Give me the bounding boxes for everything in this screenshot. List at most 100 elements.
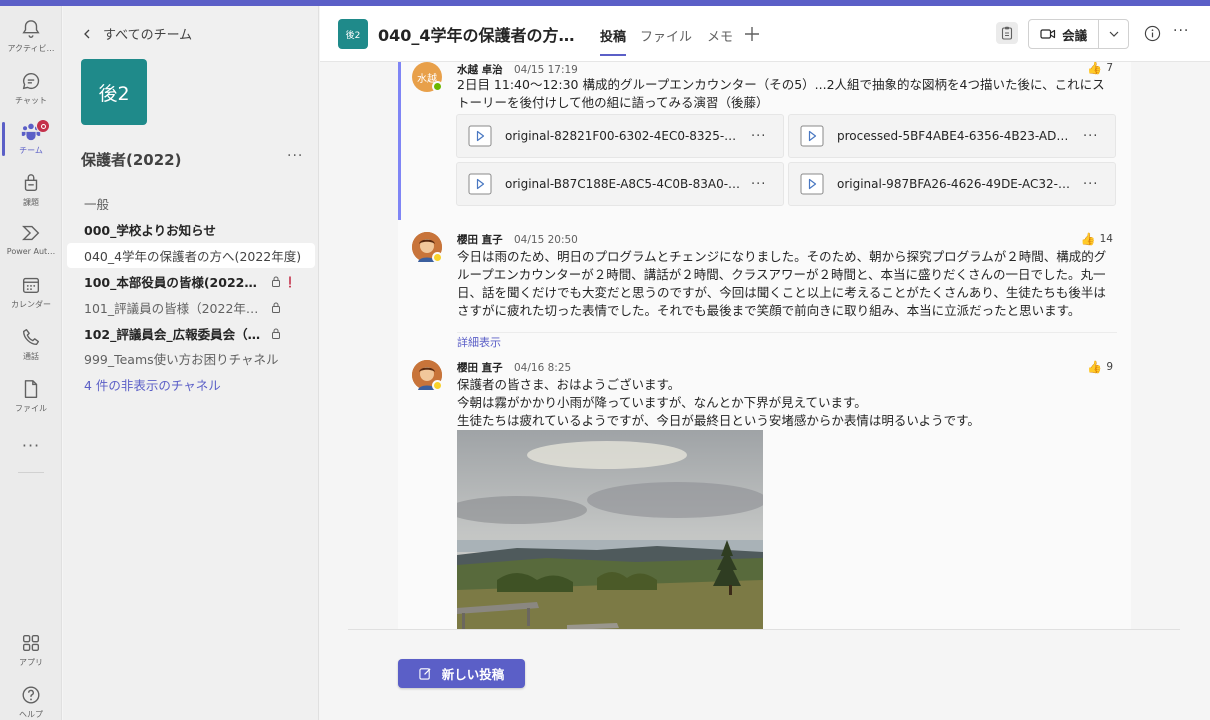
new-post-label: 新しい投稿 [441,667,505,682]
attachment-more-button[interactable]: ··· [1083,129,1098,144]
team-channel-pane: すべてのチーム 後2 保護者(2022) ··· 一般 000_学校よりお知らせ… [63,6,319,720]
post-timestamp: 04/15 20:50 [514,234,578,246]
like-reaction[interactable]: 👍 7 [1087,62,1113,75]
hidden-channels-link[interactable]: 4 件の非表示のチャネル [67,372,315,397]
tab-notes[interactable]: メモ [707,26,733,56]
channel-label: 999_Teams使い方お困りチャネル [84,352,279,367]
like-reaction[interactable]: 👍 14 [1081,232,1113,246]
post-line: 保護者の皆さま、おはようございます。 [457,377,681,392]
post-body: 2日目 11:40〜12:30 構成的グループエンカウンター（その5）...2人… [457,77,1105,110]
attachment-video[interactable]: original-B87C188E-A8C5-4C0B-83A0-5… ··· [456,162,784,206]
video-file-icon [800,173,824,195]
attachment-more-button[interactable]: ··· [1083,177,1098,192]
rail-item-calls[interactable]: 通話 [0,320,62,370]
channel-101-councilors[interactable]: 101_評議員の皆様（2022年度） [67,295,315,320]
team-name: 保護者(2022) [81,151,182,169]
rail-item-help[interactable]: ヘルプ [0,678,62,720]
rail-item-files[interactable]: ファイル [0,372,62,422]
video-file-icon [800,125,824,147]
channel-040-grade4-parents[interactable]: 040_4学年の保護者の方へ(2022年度) [67,243,315,268]
video-file-icon [468,173,492,195]
all-teams-back-link[interactable]: すべてのチーム [81,24,192,43]
rail-item-calendar[interactable]: カレンダー [0,268,62,318]
app-rail: アクティビ… チャット チーム 課題 Power Aut… カレンダー 通話 フ… [0,6,62,720]
rail-item-assignments[interactable]: 課題 [0,166,62,216]
rail-item-teams[interactable]: チーム [0,114,62,164]
lock-icon [272,276,280,287]
like-reaction[interactable]: 👍 9 [1087,360,1113,374]
apps-icon [22,634,40,652]
post-timestamp: 04/16 8:25 [514,362,572,374]
new-post-button[interactable]: 新しい投稿 [398,659,525,688]
clipboard-icon [1001,26,1013,40]
rail-item-chat[interactable]: チャット [0,64,62,114]
compose-icon [419,668,431,680]
meet-dropdown-button[interactable] [1099,20,1128,48]
presence-away-icon [432,380,443,391]
compose-divider [348,629,1180,630]
post-photo[interactable] [457,430,763,629]
team-more-options-button[interactable]: ··· [287,148,303,164]
channel-info-button[interactable] [1141,22,1163,44]
post-line: 今朝は霧がかかり小雨が降っていますが、なんとか下界が見えています。 [457,395,867,410]
post-author[interactable]: 櫻田 直子 [457,362,503,374]
attachment-more-button[interactable]: ··· [751,177,766,192]
meet-label: 会議 [1062,27,1088,43]
post: 櫻田 直子 04/16 8:25 👍 9 保護者の皆さま、おはようございます。 … [398,358,1131,629]
thumbs-up-icon: 👍 [1087,62,1103,75]
important-icon [289,275,291,288]
channel-title: 040_4学年の保護者の方… [378,26,575,45]
channel-label: 040_4学年の保護者の方へ(2022年度) [84,249,302,264]
like-count: 9 [1106,361,1113,373]
info-icon [1144,25,1160,41]
add-tab-button[interactable] [744,21,760,47]
attachment-video[interactable]: processed-5BF4ABE4-6356-4B23-AD5F… ··· [788,114,1116,158]
see-more-link[interactable]: 詳細表示 [457,334,501,350]
video-file-icon [468,125,492,147]
help-icon [22,686,40,704]
posts-feed: 水越 水越 卓治 04/15 17:19 👍 7 2日目 11:40〜12:30… [398,62,1131,629]
phone-icon [22,328,40,346]
rail-item-apps[interactable]: アプリ [0,626,62,676]
attachment-video[interactable]: original-987BFA26-4626-49DE-AC32-12… ··· [788,162,1116,206]
rail-item-activity[interactable]: アクティビ… [0,12,62,62]
post-timestamp: 04/15 17:19 [514,64,578,76]
channel-general[interactable]: 一般 [67,191,315,216]
meet-button[interactable]: 会議 [1028,19,1129,49]
video-camera-icon [1040,29,1056,39]
calendar-icon [22,277,40,294]
more-apps-button[interactable]: ··· [0,436,62,455]
thumbs-up-icon: 👍 [1087,360,1103,374]
attachment-more-button[interactable]: ··· [751,129,766,144]
plus-icon [745,27,759,41]
landscape-photo [457,430,763,629]
rail-label: チャット [15,96,47,105]
channel-999-teams-help[interactable]: 999_Teams使い方お困りチャネル [67,346,315,371]
back-label: すべてのチーム [103,28,193,43]
tab-files[interactable]: ファイル [640,26,692,56]
app-button[interactable] [996,22,1018,44]
rail-label: 通話 [23,352,39,361]
rail-label: チーム [19,146,43,155]
bell-icon [22,20,40,38]
post-author[interactable]: 櫻田 直子 [457,234,503,246]
header-more-options-button[interactable]: ··· [1173,23,1189,39]
attachment-video[interactable]: original-82821F00-6302-4EC0-8325-06… ··· [456,114,784,158]
post-meta: 櫻田 直子 04/15 20:50 [457,232,578,247]
post-meta: 水越 卓治 04/15 17:19 [457,62,578,77]
channel-000-school-news[interactable]: 000_学校よりお知らせ [67,217,315,242]
rail-item-power-automate[interactable]: Power Aut… [0,216,62,266]
channel-team-avatar: 後2 [338,19,368,49]
rail-label: ファイル [15,404,47,413]
meet-now-button[interactable]: 会議 [1029,20,1100,48]
rail-label: Power Aut… [6,247,56,256]
channel-label: 100_本部役員の皆様(2022年… [84,275,262,290]
channel-100-board-members[interactable]: 100_本部役員の皆様(2022年… [67,269,315,294]
like-count: 14 [1099,233,1113,245]
post-body: 保護者の皆さま、おはようございます。 今朝は霧がかかり小雨が降っていますが、なん… [457,376,1117,430]
attachment-name: original-987BFA26-4626-49DE-AC32-12… [837,177,1073,191]
channel-label: 一般 [84,197,110,212]
tab-posts[interactable]: 投稿 [600,26,627,56]
post-author[interactable]: 水越 卓治 [457,64,503,76]
channel-102-council-pr[interactable]: 102_評議員会_広報委員会（202… [67,321,315,346]
